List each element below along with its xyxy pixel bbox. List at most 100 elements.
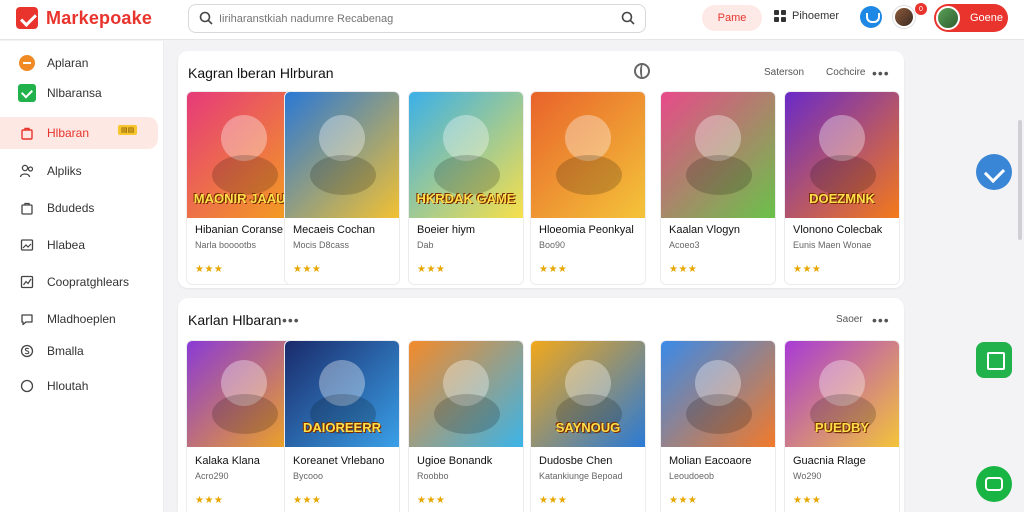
rating-stars-icon: ★★★	[539, 264, 568, 275]
sidebar-item-label: Hlabea	[47, 238, 86, 252]
game-card[interactable]: Kaalan Vlogyn Acoeo3 ★★★	[660, 91, 776, 285]
search-submit-icon[interactable]	[621, 11, 635, 25]
game-thumbnail	[661, 92, 775, 218]
thumbnail-character-body	[434, 155, 501, 195]
section-title: Karlan Hlbaran	[188, 312, 282, 328]
thumbnail-character	[695, 114, 742, 161]
game-name: Ugioe Bonandk	[417, 455, 493, 467]
more-options-icon[interactable]: •••	[872, 65, 890, 81]
sidebar-item-bdudeds[interactable]: Bdudeds	[0, 192, 158, 224]
thumbnail-character-body	[686, 155, 753, 195]
sidebar-item-label: Alpliks	[47, 164, 82, 178]
thumbnail-character	[819, 114, 866, 161]
game-thumbnail	[409, 341, 523, 447]
thumbnail-title: PUEDBY	[814, 420, 870, 435]
game-name: Koreanet Vrlebano	[293, 455, 385, 467]
share-fab-icon[interactable]	[976, 154, 1012, 190]
sidebar-item-alpliks[interactable]: Alpliks	[0, 155, 158, 187]
section-actions: Saoer	[832, 312, 867, 327]
search-bar[interactable]	[188, 4, 646, 33]
game-card[interactable]: DAIOREERR Koreanet Vrlebano Bycooo ★★★	[284, 340, 400, 512]
game-subtitle: Bycooo	[293, 471, 324, 481]
rating-stars-icon: ★★★	[293, 264, 322, 275]
bag-icon	[18, 124, 36, 142]
sidebar-item-hlbaran[interactable]: Hlbaran ▤▤	[0, 117, 158, 149]
scrollbar[interactable]	[1018, 120, 1022, 240]
game-thumbnail	[285, 92, 399, 218]
sidebar-item-nlbaransa[interactable]: Nlbaransa	[0, 77, 158, 109]
thumbnail-character-body	[434, 394, 501, 434]
game-subtitle: Boo90	[539, 240, 566, 250]
rating-stars-icon: ★★★	[417, 264, 446, 275]
game-card[interactable]: Mecaeis Cochan Mocis D8cass ★★★	[284, 91, 400, 285]
sidebar-item-hlabea[interactable]: Hlabea	[0, 229, 158, 261]
sidebar-item-label: Aplaran	[47, 56, 89, 70]
thumbnail-character-body	[212, 155, 279, 195]
game-card[interactable]: DOEZMNK Vlonono Colecbak Eunis Maen Wonae ★…	[784, 91, 900, 285]
search-icon	[199, 11, 213, 25]
green-check-icon	[18, 84, 36, 102]
thumbnail-character-body	[310, 155, 377, 195]
search-input[interactable]	[219, 9, 599, 28]
brand-logo-icon	[16, 7, 38, 29]
avatar-badge: 0	[915, 3, 927, 15]
game-thumbnail: DAIOREERR	[285, 341, 399, 447]
sidebar-item-mladhoeplen[interactable]: Mladhoeplen	[0, 303, 158, 335]
sidebar-item-bmalla[interactable]: Bmalla	[0, 335, 158, 367]
menu-link[interactable]: Pihoemer	[774, 10, 839, 22]
game-card[interactable]: SAYNOUG Dudosbe Chen Katankiunge Bepoad ★★★	[530, 340, 646, 512]
game-name: Hibanian Coranse	[195, 224, 284, 236]
store-fab-icon[interactable]	[976, 342, 1012, 378]
game-card[interactable]: Hloeomia Peonkyal Boo90 ★★★	[530, 91, 646, 285]
game-subtitle: Wo290	[793, 471, 822, 481]
game-subtitle: Eunis Maen Wonae	[793, 240, 872, 250]
globe-icon[interactable]	[634, 63, 650, 79]
sidebar-item-coopratghlears[interactable]: Coopratghlears	[0, 266, 158, 298]
game-card[interactable]: Molian Eacoaore Leoudoeob ★★★	[660, 340, 776, 512]
sidebar-item-hloutah[interactable]: Hloutah	[0, 370, 158, 402]
bag-outline-icon	[18, 199, 36, 217]
game-card[interactable]: Ugioe Bonandk Roobbo ★★★	[408, 340, 524, 512]
account-button[interactable]: Goene	[934, 4, 1008, 32]
game-card[interactable]: HKRDAK GAME Boeier hiym Dab ★★★	[408, 91, 524, 285]
game-subtitle: Katankiunge Bepoad	[539, 471, 623, 481]
tab-saterson[interactable]: Saterson	[760, 65, 808, 80]
section-dots-icon[interactable]: •••	[282, 312, 300, 328]
thumbnail-character	[565, 114, 612, 161]
thumbnail-character-body	[810, 155, 877, 195]
rating-stars-icon: ★★★	[195, 264, 224, 275]
game-thumbnail: PUEDBY	[785, 341, 899, 447]
dollar-icon	[18, 342, 36, 360]
rating-stars-icon: ★★★	[793, 264, 822, 275]
game-thumbnail	[661, 341, 775, 447]
game-name: Kaalan Vlogyn	[669, 224, 740, 236]
brand[interactable]: Markepoake	[16, 7, 152, 29]
game-name: Molian Eacoaore	[669, 455, 752, 467]
image-icon	[18, 236, 36, 254]
section-tabs: Saterson Cochcire	[760, 65, 870, 80]
game-subtitle: Mocis D8cass	[293, 240, 350, 250]
sidebar-item-label: Coopratghlears	[47, 275, 130, 289]
pill-button[interactable]: Pame	[702, 5, 762, 31]
sidebar-item-aplaran[interactable]: Aplaran	[0, 47, 158, 79]
sidebar-item-label: Nlbaransa	[47, 86, 102, 100]
grid-icon	[774, 10, 786, 22]
see-all-link[interactable]: Saoer	[832, 312, 867, 327]
game-name: Guacnia Rlage	[793, 455, 866, 467]
sidebar-item-label: Bmalla	[47, 344, 84, 358]
account-label: Goene	[970, 12, 1004, 24]
more-options-icon[interactable]: •••	[872, 312, 890, 328]
tab-cochcire[interactable]: Cochcire	[822, 65, 869, 80]
game-name: Kalaka Klana	[195, 455, 260, 467]
game-thumbnail: HKRDAK GAME	[409, 92, 523, 218]
avatar[interactable]	[893, 6, 915, 28]
rating-stars-icon: ★★★	[539, 495, 568, 506]
game-card[interactable]: PUEDBY Guacnia Rlage Wo290 ★★★	[784, 340, 900, 512]
sidebar-item-label: Mladhoeplen	[47, 312, 116, 326]
sidebar-item-label: Hlbaran	[47, 126, 90, 140]
account-avatar	[936, 6, 960, 30]
chat-fab-icon[interactable]	[976, 466, 1012, 502]
brand-name: Markepoake	[46, 7, 153, 28]
notification-icon[interactable]	[860, 6, 882, 28]
rating-stars-icon: ★★★	[195, 495, 224, 506]
